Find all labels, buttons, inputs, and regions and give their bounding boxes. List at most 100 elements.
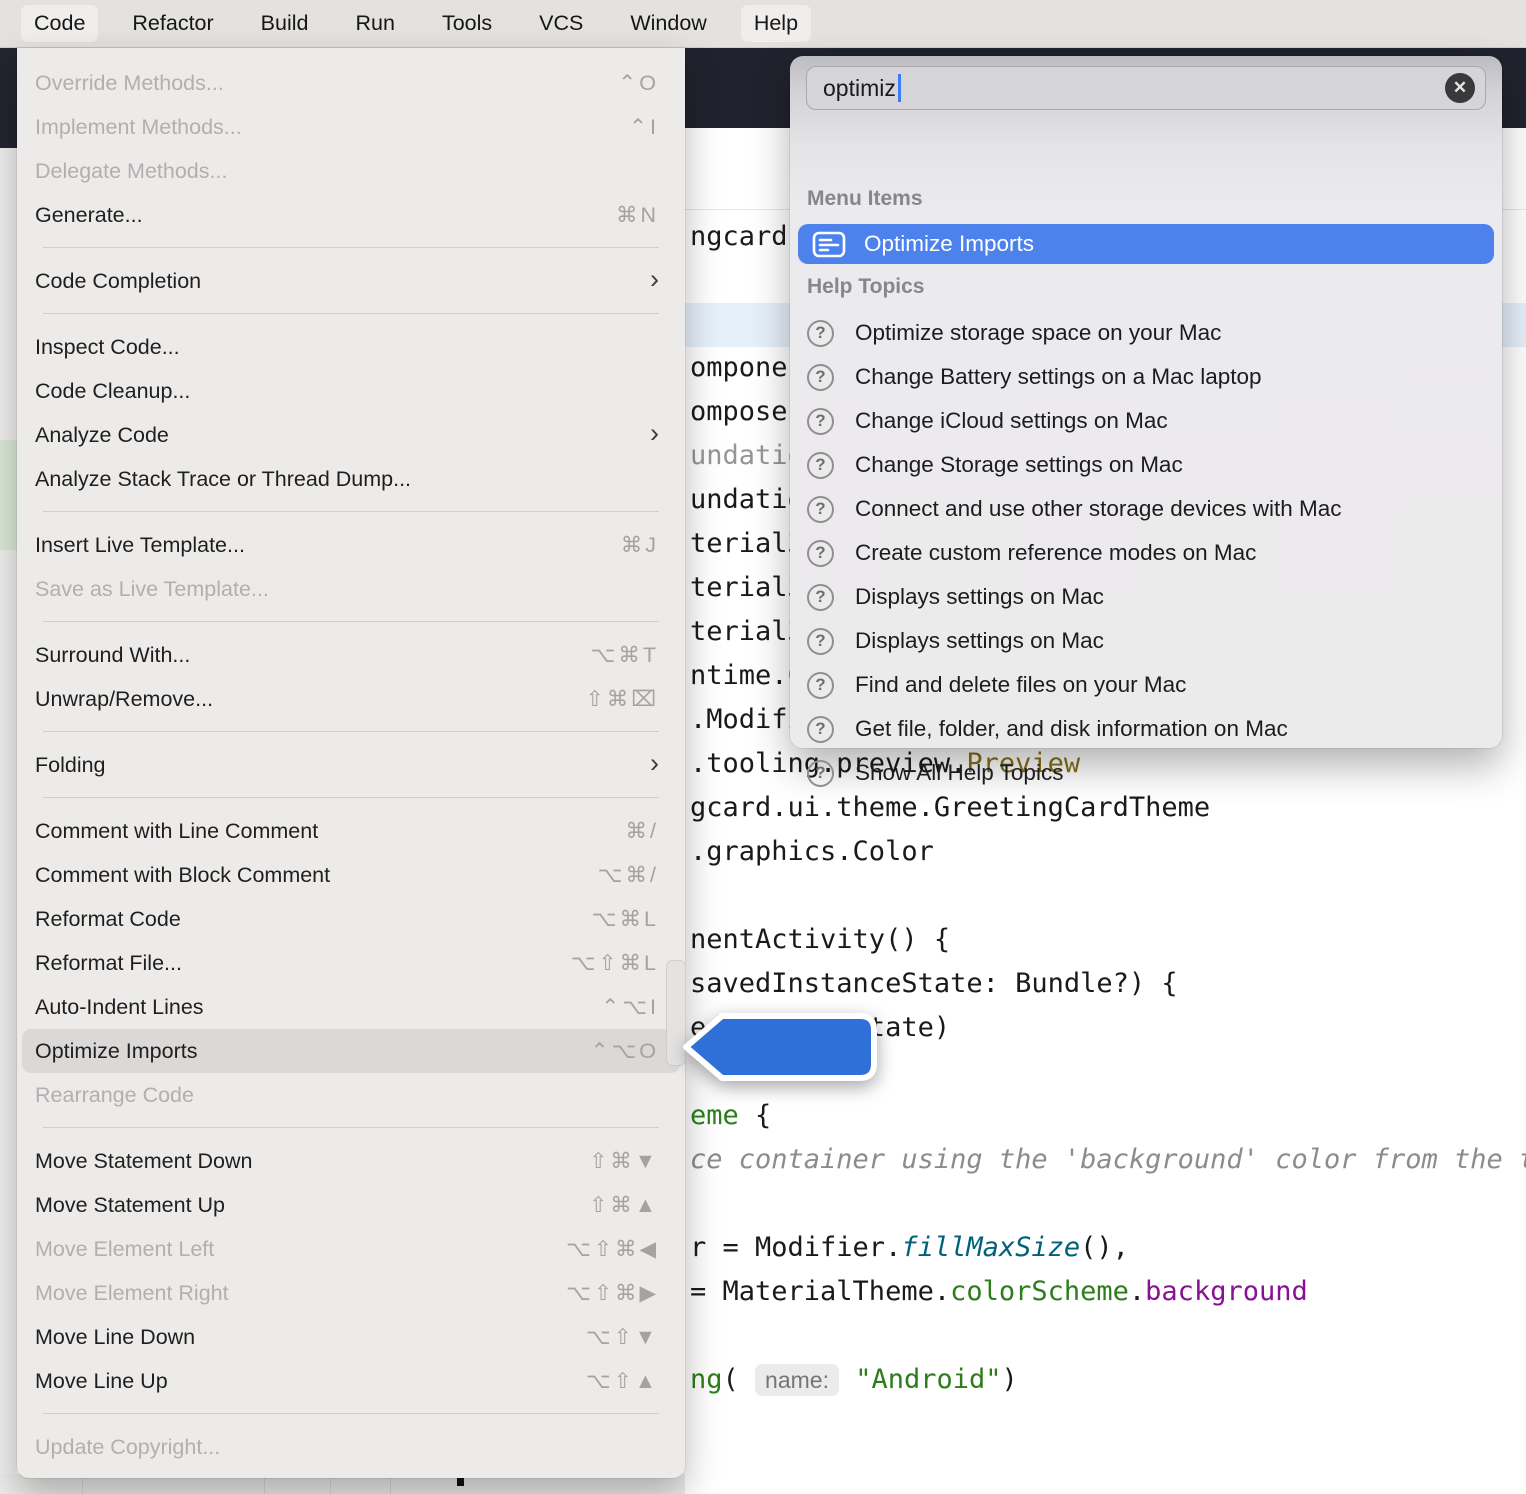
menubar-item-window[interactable]: Window (617, 5, 719, 42)
help-topic-change-icloud-settings-on-mac[interactable]: ?Change iCloud settings on Mac (807, 399, 1492, 443)
menu-item-shortcut: ⌥⌘L (592, 907, 659, 932)
menu-item-comment-with-block-comment[interactable]: Comment with Block Comment⌥⌘/ (22, 853, 680, 897)
menu-item-label: Insert Live Template... (35, 533, 245, 558)
submenu-chevron-icon: › (650, 750, 659, 777)
code-line: eme { (690, 1094, 771, 1138)
menu-item-label: Move Line Down (35, 1325, 195, 1350)
menu-item-label: Surround With... (35, 643, 190, 668)
help-topic-label: Change Battery settings on a Mac laptop (855, 364, 1262, 390)
code-segment-k: terial3 (690, 572, 804, 603)
question-mark-icon: ? (807, 496, 834, 523)
menu-item-surround-with[interactable]: Surround With...⌥⌘T (22, 633, 680, 677)
menubar-item-code[interactable]: Code (21, 5, 98, 42)
menubar-item-refactor[interactable]: Refactor (119, 5, 226, 42)
question-mark-icon: ? (807, 364, 834, 391)
help-topic-show-all-help-topics[interactable]: ?Show All Help Topics (807, 751, 1492, 795)
help-topic-label: Connect and use other storage devices wi… (855, 496, 1342, 522)
code-segment-hint: name: (755, 1364, 839, 1396)
help-topic-label: Change Storage settings on Mac (855, 452, 1183, 478)
help-topic-change-storage-settings-on-mac[interactable]: ?Change Storage settings on Mac (807, 443, 1492, 487)
menu-item-label: Save as Live Template... (35, 577, 269, 602)
menu-item-generate[interactable]: Generate...⌘N (22, 193, 680, 237)
window-left-edge (0, 48, 17, 1494)
menu-item-delegate-methods: Delegate Methods... (22, 149, 680, 193)
menu-item-inspect-code[interactable]: Inspect Code... (22, 325, 680, 369)
help-topic-displays-settings-on-mac[interactable]: ?Displays settings on Mac (807, 575, 1492, 619)
code-segment-k: ) (1002, 1364, 1018, 1395)
code-segment-k: . (1129, 1276, 1145, 1307)
menu-item-folding[interactable]: Folding› (22, 743, 680, 787)
menu-item-insert-live-template[interactable]: Insert Live Template... ⌘J (22, 523, 680, 567)
menu-item-shortcut: ⇧⌘▲ (589, 1193, 659, 1218)
menu-item-label: Comment with Line Comment (35, 819, 318, 844)
menu-item-move-line-down[interactable]: Move Line Down ⌥⇧▼ (22, 1315, 680, 1359)
question-mark-icon: ? (807, 716, 834, 743)
menu-item-shortcut: ⌥⇧⌘▶ (566, 1281, 659, 1306)
code-segment-prop: background (1145, 1276, 1308, 1307)
code-line: nentActivity() { (690, 918, 950, 962)
clear-search-button[interactable]: ✕ (1445, 73, 1475, 103)
code-segment-k: .Modifi (690, 704, 804, 735)
help-topic-displays-settings-on-mac[interactable]: ?Displays settings on Mac (807, 619, 1492, 663)
menu-item-update-copyright: Update Copyright... (22, 1425, 680, 1469)
menu-result-optimize-imports[interactable]: Optimize Imports (798, 224, 1494, 264)
menubar-item-build[interactable]: Build (248, 5, 322, 42)
menu-item-reformat-code[interactable]: Reformat Code⌥⌘L (22, 897, 680, 941)
menu-item-label: Comment with Block Comment (35, 863, 330, 888)
menu-item-label: Move Statement Up (35, 1193, 225, 1218)
code-segment-k: terial3 (690, 616, 804, 647)
menu-item-analyze-stack-trace-or-thread-dump[interactable]: Analyze Stack Trace or Thread Dump... (22, 457, 680, 501)
code-line: undatio (690, 434, 804, 478)
menu-item-unwrap-remove[interactable]: Unwrap/Remove... ⇧⌘⌧ (22, 677, 680, 721)
help-topic-change-battery-settings-on-a-mac-laptop[interactable]: ? Change Battery settings on a Mac laptop (807, 355, 1492, 399)
help-topic-connect-and-use-other-storage-devices-with-mac[interactable]: ? Connect and use other storage devices w… (807, 487, 1492, 531)
menu-item-code-completion[interactable]: Code Completion› (22, 259, 680, 303)
code-segment-k: savedInstanceState: Bundle?) { (690, 968, 1178, 999)
question-mark-icon: ? (807, 760, 834, 787)
menu-item-reformat-file[interactable]: Reformat File...⌥⇧⌘L (22, 941, 680, 985)
code-segment-cm: ce container using the 'background' colo… (690, 1144, 1526, 1175)
code-line: ntime.C (690, 654, 804, 698)
menu-item-shortcut: ⌃⌥I (601, 995, 659, 1020)
menu-item-label: Code Cleanup... (35, 379, 190, 404)
menu-item-move-element-left: Move Element Left⌥⇧⌘◀ (22, 1227, 680, 1271)
code-segment-fn: eme (690, 1100, 739, 1131)
callout-arrow (678, 1006, 890, 1092)
menu-item-label: Unwrap/Remove... (35, 687, 213, 712)
menu-item-move-line-up[interactable]: Move Line Up⌥⇧▲ (22, 1359, 680, 1403)
code-line: .graphics.Color (690, 830, 934, 874)
help-search-input[interactable]: optimiz ✕ (806, 66, 1486, 110)
menu-item-shortcut: ⇧⌘⌧ (586, 687, 659, 712)
menu-item-shortcut: ⌥⇧▼ (586, 1325, 659, 1350)
menu-item-label: Auto-Indent Lines (35, 995, 204, 1020)
menubar-item-vcs[interactable]: VCS (526, 5, 596, 42)
menu-item-move-statement-down[interactable]: Move Statement Down⇧⌘▼ (22, 1139, 680, 1183)
code-line: terial3 (690, 610, 804, 654)
code-segment-k: r = Modifier. (690, 1232, 901, 1263)
menu-item-label: Optimize Imports (35, 1039, 197, 1064)
menu-item-shortcut: ⌘/ (626, 819, 659, 844)
submenu-chevron-icon: › (650, 266, 659, 293)
question-mark-icon: ? (807, 672, 834, 699)
help-topic-get-file-folder-and-disk-information-on-mac[interactable]: ?Get file, folder, and disk information … (807, 707, 1492, 751)
help-topic-optimize-storage-space-on-your-mac[interactable]: ?Optimize storage space on your Mac (807, 311, 1492, 355)
menu-item-rearrange-code: Rearrange Code (22, 1073, 680, 1117)
menu-item-shortcut: ⇧⌘▼ (589, 1149, 659, 1174)
menu-item-analyze-code[interactable]: Analyze Code› (22, 413, 680, 457)
help-topic-find-and-delete-files-on-your-mac[interactable]: ?Find and delete files on your Mac (807, 663, 1492, 707)
menu-separator (43, 731, 659, 732)
menu-item-optimize-imports[interactable]: Optimize Imports⌃⌥O (22, 1029, 680, 1073)
menubar-item-help[interactable]: Help (741, 5, 811, 42)
menu-separator (43, 621, 659, 622)
menu-item-auto-indent-lines[interactable]: Auto-Indent Lines ⌃⌥I (22, 985, 680, 1029)
question-mark-icon: ? (807, 320, 834, 347)
menu-item-shortcut: ⌘J (621, 533, 659, 558)
code-segment-k: ngcard (690, 221, 788, 252)
help-topic-create-custom-reference-modes-on-mac[interactable]: ?Create custom reference modes on Mac (807, 531, 1492, 575)
menu-item-code-cleanup[interactable]: Code Cleanup... (22, 369, 680, 413)
menubar-item-tools[interactable]: Tools (429, 5, 505, 42)
menubar-item-run[interactable]: Run (342, 5, 407, 42)
menu-item-comment-with-line-comment[interactable]: Comment with Line Comment ⌘/ (22, 809, 680, 853)
menu-item-move-statement-up[interactable]: Move Statement Up ⇧⌘▲ (22, 1183, 680, 1227)
code-line: = MaterialTheme.colorScheme.background (690, 1270, 1308, 1314)
